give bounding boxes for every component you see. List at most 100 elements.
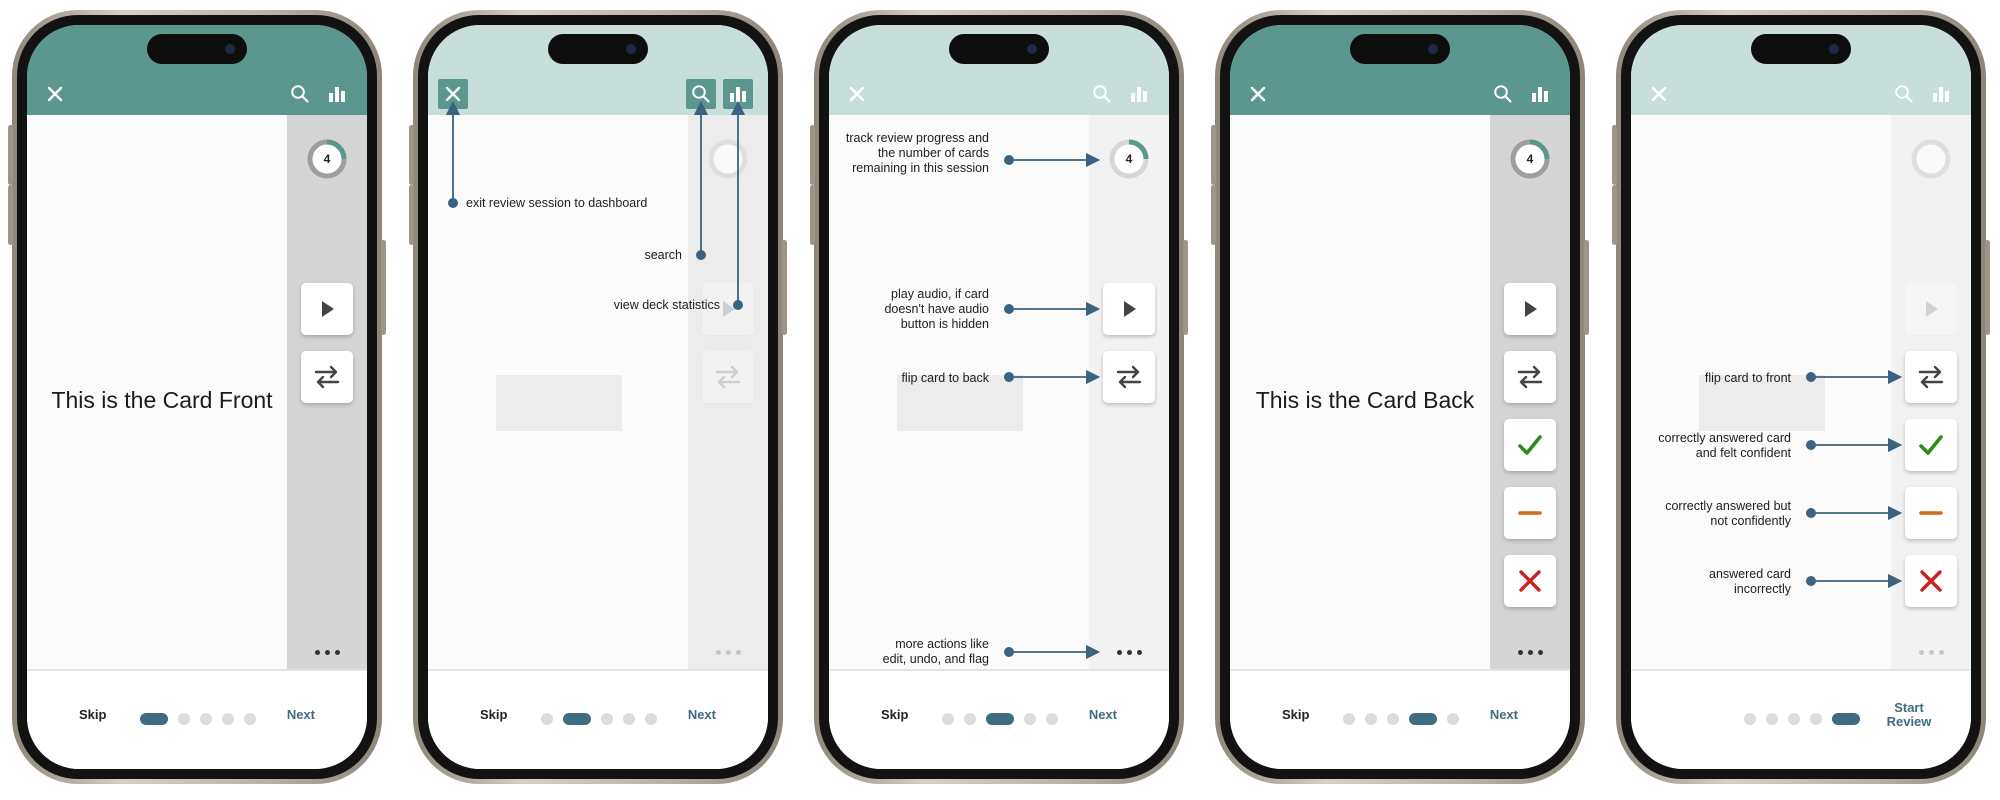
next-button[interactable]: Next bbox=[1490, 707, 1518, 722]
search-icon bbox=[692, 85, 710, 103]
correct-confident-button[interactable] bbox=[1905, 419, 1957, 471]
play-audio-button[interactable] bbox=[1905, 283, 1957, 335]
incorrect-button[interactable] bbox=[1905, 555, 1957, 607]
dynamic-island bbox=[548, 34, 648, 64]
flip-icon bbox=[1918, 365, 1944, 389]
screen-rail-tour: 4 track review progress and the number o… bbox=[829, 25, 1169, 769]
more-actions-button[interactable] bbox=[1107, 642, 1151, 662]
search-button[interactable] bbox=[1488, 79, 1518, 109]
annotation-search: search bbox=[644, 248, 682, 262]
cards-remaining-count: 4 bbox=[1125, 152, 1133, 166]
onboarding-footer: Skip Next bbox=[1230, 669, 1570, 769]
correct-unsure-button[interactable] bbox=[1905, 487, 1957, 539]
search-button[interactable] bbox=[686, 79, 716, 109]
search-icon bbox=[1895, 85, 1913, 103]
incorrect-button[interactable] bbox=[1504, 555, 1556, 607]
close-button[interactable] bbox=[1644, 79, 1674, 109]
play-audio-button[interactable] bbox=[1103, 283, 1155, 335]
skip-button[interactable]: Skip bbox=[881, 707, 908, 722]
stats-button[interactable] bbox=[1525, 79, 1555, 109]
onboarding-footer: Start Review bbox=[1631, 669, 1971, 769]
stats-icon bbox=[1131, 87, 1147, 102]
dynamic-island bbox=[1350, 34, 1450, 64]
stats-button[interactable] bbox=[322, 79, 352, 109]
skip-button[interactable]: Skip bbox=[79, 707, 106, 722]
flip-card-button[interactable] bbox=[301, 351, 353, 403]
cards-remaining-count: 4 bbox=[323, 152, 331, 166]
more-actions-button[interactable] bbox=[706, 642, 750, 662]
step-dot bbox=[140, 713, 168, 725]
dash-icon bbox=[1518, 511, 1542, 515]
search-icon bbox=[291, 85, 309, 103]
correct-confident-button[interactable] bbox=[1504, 419, 1556, 471]
flip-card-button[interactable] bbox=[1905, 351, 1957, 403]
correct-unsure-button[interactable] bbox=[1504, 487, 1556, 539]
cards-remaining-count: 4 bbox=[1526, 152, 1534, 166]
more-actions-button[interactable] bbox=[305, 642, 349, 662]
progress-ring: 4 bbox=[306, 138, 348, 180]
close-icon bbox=[47, 86, 63, 102]
flip-card-button[interactable] bbox=[1504, 351, 1556, 403]
more-icon bbox=[715, 649, 721, 655]
annotation-stats: view deck statistics bbox=[613, 298, 720, 312]
onboarding-footer: Skip Next bbox=[428, 669, 768, 769]
close-button[interactable] bbox=[40, 79, 70, 109]
dynamic-island bbox=[1751, 34, 1851, 64]
dynamic-island bbox=[949, 34, 1049, 64]
close-icon bbox=[1250, 86, 1266, 102]
step-dot bbox=[1744, 713, 1756, 725]
skip-button[interactable]: Skip bbox=[480, 707, 507, 722]
stats-icon bbox=[730, 87, 746, 102]
action-rail: 4 bbox=[287, 115, 367, 669]
more-actions-button[interactable] bbox=[1909, 642, 1953, 662]
step-indicator bbox=[541, 713, 657, 725]
flip-card-button[interactable] bbox=[1103, 351, 1155, 403]
close-button[interactable] bbox=[842, 79, 872, 109]
step-dot bbox=[200, 713, 212, 725]
search-icon bbox=[1093, 85, 1111, 103]
stats-button[interactable] bbox=[1926, 79, 1956, 109]
annotation-correct-confident: correctly answered card and felt confide… bbox=[1658, 431, 1791, 460]
step-dot bbox=[1409, 713, 1437, 725]
next-button[interactable]: Next bbox=[688, 707, 716, 722]
stats-button[interactable] bbox=[1124, 79, 1154, 109]
play-icon bbox=[322, 301, 334, 317]
dash-icon bbox=[1919, 511, 1943, 515]
play-icon bbox=[1124, 301, 1136, 317]
step-dot bbox=[964, 713, 976, 725]
play-audio-button[interactable] bbox=[1504, 283, 1556, 335]
play-audio-button[interactable] bbox=[301, 283, 353, 335]
flip-icon bbox=[1116, 365, 1142, 389]
phone-frame-4: This is the Card Back 4 Skip Next bbox=[1211, 10, 1589, 784]
card-front-text: This is the Card Front bbox=[51, 387, 273, 413]
more-icon bbox=[314, 649, 320, 655]
search-button[interactable] bbox=[1087, 79, 1117, 109]
skip-button[interactable]: Skip bbox=[1282, 707, 1309, 722]
onboarding-footer: Skip Next bbox=[27, 669, 367, 769]
search-button[interactable] bbox=[1889, 79, 1919, 109]
annotation-more: more actions like edit, undo, and flag bbox=[882, 637, 989, 666]
start-review-button[interactable]: Start Review bbox=[1879, 701, 1939, 729]
annotation-exit: exit review session to dashboard bbox=[466, 196, 648, 210]
stats-icon bbox=[1532, 87, 1548, 102]
step-dot bbox=[1024, 713, 1036, 725]
next-button[interactable]: Next bbox=[1089, 707, 1117, 722]
annotation-incorrect: answered card incorrectly bbox=[1709, 567, 1791, 596]
phone-frame-5: flip card to front correctly answered ca… bbox=[1612, 10, 1990, 784]
search-button[interactable] bbox=[285, 79, 315, 109]
progress-ring: 4 bbox=[1108, 138, 1150, 180]
more-actions-button[interactable] bbox=[1508, 642, 1552, 662]
close-button[interactable] bbox=[1243, 79, 1273, 109]
next-button[interactable]: Next bbox=[287, 707, 315, 722]
close-button[interactable] bbox=[438, 79, 468, 109]
action-rail: 4 bbox=[1089, 115, 1169, 669]
step-dot bbox=[563, 713, 591, 725]
more-icon bbox=[1918, 649, 1924, 655]
action-rail bbox=[1891, 115, 1971, 669]
progress-ring: 4 bbox=[1509, 138, 1551, 180]
stats-button[interactable] bbox=[723, 79, 753, 109]
step-dot bbox=[222, 713, 234, 725]
flip-card-button[interactable] bbox=[702, 351, 754, 403]
annotation-flip: flip card to back bbox=[901, 371, 989, 385]
step-dot bbox=[645, 713, 657, 725]
